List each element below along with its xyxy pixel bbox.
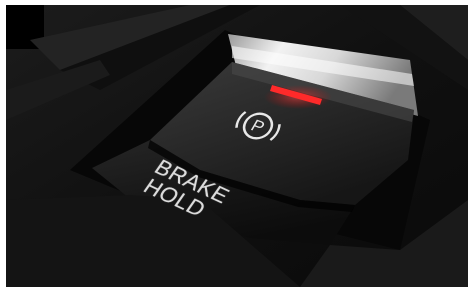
brake-console-photo: P BRAKE HOLD [0,0,472,290]
